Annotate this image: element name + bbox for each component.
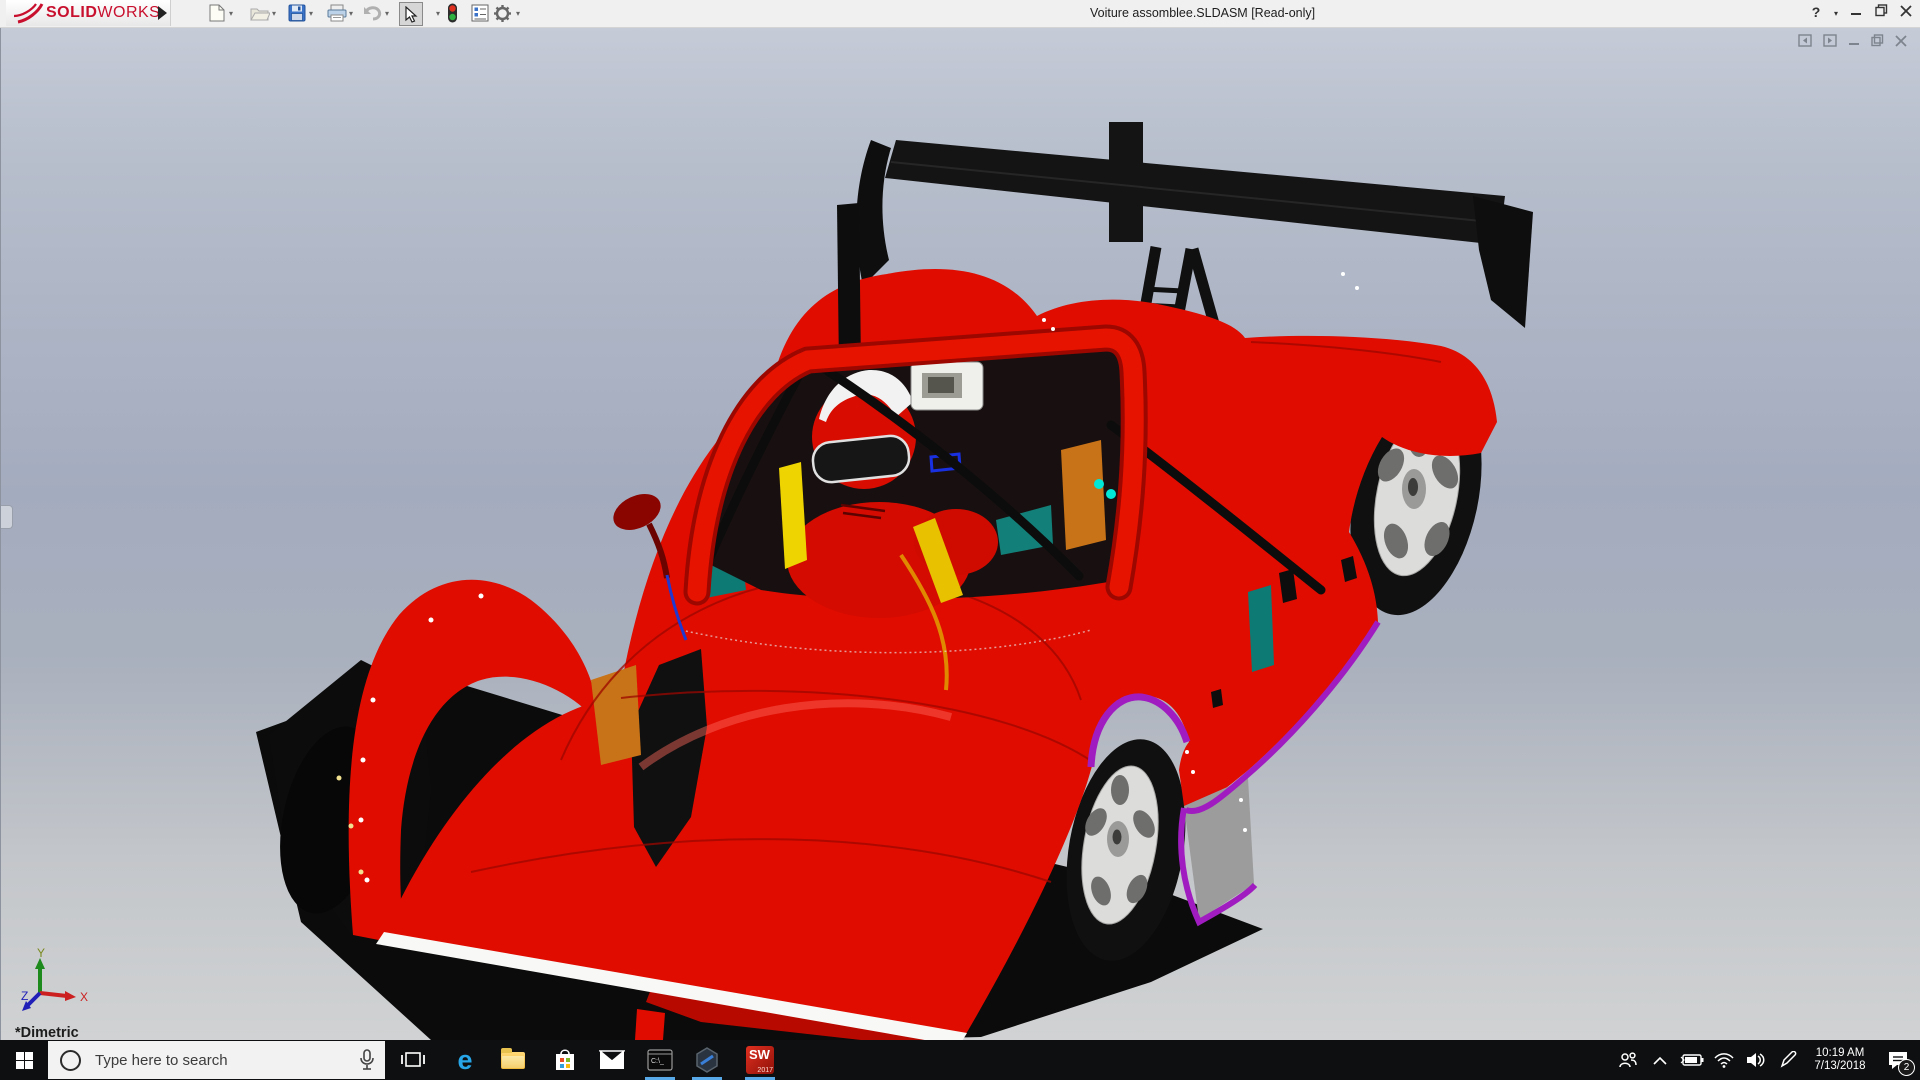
- chevron-up-icon[interactable]: [1644, 1056, 1676, 1065]
- select-cursor-icon: [404, 6, 418, 23]
- undo-caret-icon[interactable]: ▾: [385, 9, 389, 18]
- edrawings-hexagon-icon: [694, 1047, 720, 1073]
- running-indicator: [645, 1077, 675, 1080]
- pen-icon[interactable]: [1772, 1051, 1804, 1069]
- triad-z-label: Z: [21, 989, 28, 1003]
- new-caret-icon[interactable]: ▾: [229, 9, 233, 18]
- options-caret-icon[interactable]: ▾: [516, 9, 520, 18]
- clock[interactable]: 10:19 AM 7/13/2018: [1804, 1047, 1876, 1073]
- undo-icon: [362, 5, 382, 21]
- windows-taskbar: Type here to search e: [0, 1040, 1920, 1080]
- orientation-triad: Y X Z: [19, 945, 109, 1017]
- file-properties-button[interactable]: [469, 2, 491, 24]
- splitter-post: [635, 1009, 665, 1040]
- select-caret-icon[interactable]: ▾: [436, 9, 440, 18]
- rebuild-button[interactable]: [441, 2, 463, 24]
- brand-solid: SOLID: [46, 4, 97, 22]
- wing-endplate-left: [856, 140, 891, 286]
- taskbar-edge[interactable]: e: [442, 1040, 488, 1080]
- help-caret-icon[interactable]: ▾: [1826, 9, 1846, 18]
- search-placeholder: Type here to search: [95, 1052, 228, 1069]
- help-button[interactable]: ?: [1806, 4, 1826, 20]
- title-bar: SOLIDWORKS ▾ ▾ ▾ ▾ ▾: [0, 0, 1920, 28]
- taskbar-file-explorer[interactable]: [490, 1040, 536, 1080]
- save-caret-icon[interactable]: ▾: [309, 9, 313, 18]
- store-icon: [554, 1048, 576, 1072]
- restore-icon: [1875, 4, 1888, 17]
- svg-text:C:\_: C:\_: [651, 1058, 664, 1065]
- running-indicator: [745, 1077, 775, 1080]
- new-document-icon: [209, 4, 225, 22]
- select-button[interactable]: [399, 2, 423, 26]
- menu-expand-arrow-icon[interactable]: [158, 6, 167, 20]
- triad-y-label: Y: [37, 946, 45, 960]
- taskbar-task-view[interactable]: [390, 1040, 436, 1080]
- print-caret-icon[interactable]: ▾: [349, 9, 353, 18]
- open-caret-icon[interactable]: ▾: [272, 9, 276, 18]
- task-view-icon: [401, 1049, 425, 1071]
- close-button[interactable]: [1896, 4, 1916, 20]
- taskbar-store[interactable]: [542, 1040, 588, 1080]
- traffic-light-icon: [447, 3, 458, 23]
- volume-icon[interactable]: [1740, 1052, 1772, 1068]
- minimize-icon: [1850, 5, 1862, 17]
- notification-badge: 2: [1898, 1059, 1915, 1076]
- minimize-button[interactable]: [1846, 4, 1866, 20]
- system-tray: 10:19 AM 7/13/2018 2: [1612, 1040, 1920, 1080]
- print-icon: [327, 4, 347, 22]
- gear-icon: [493, 4, 512, 23]
- tray-time: 10:19 AM: [1804, 1047, 1876, 1060]
- windows-logo-icon: [16, 1052, 33, 1069]
- restore-button[interactable]: [1871, 4, 1891, 20]
- sidepod-intake: [1248, 585, 1274, 672]
- save-button[interactable]: [286, 2, 308, 24]
- notification-center[interactable]: 2: [1876, 1050, 1920, 1070]
- tray-date: 7/13/2018: [1804, 1060, 1876, 1073]
- wing-endplate-right: [1473, 196, 1533, 328]
- car-assembly-model[interactable]: [1, 27, 1920, 1040]
- cockpit-mirror-box: [911, 362, 983, 410]
- graphics-viewport[interactable]: Y X Z *Dimetric: [0, 27, 1920, 1040]
- open-button[interactable]: [249, 2, 271, 24]
- save-floppy-icon: [288, 4, 306, 22]
- taskbar-mail[interactable]: [589, 1040, 635, 1080]
- undo-button[interactable]: [361, 2, 383, 24]
- battery-icon[interactable]: [1676, 1053, 1708, 1067]
- edge-icon: e: [457, 1047, 472, 1074]
- file-explorer-icon: [501, 1052, 525, 1069]
- view-orientation-label: *Dimetric: [15, 1025, 79, 1041]
- cyan-fitting-2: [1106, 489, 1116, 499]
- brand-works: WORKS: [97, 4, 160, 22]
- microphone-icon[interactable]: [359, 1049, 375, 1071]
- taskbar-edrawings[interactable]: [684, 1040, 730, 1080]
- close-icon: [1900, 5, 1912, 17]
- running-indicator: [692, 1077, 722, 1080]
- wifi-icon[interactable]: [1708, 1053, 1740, 1068]
- window-title: Voiture assomblee.SLDASM [Read-only]: [1090, 6, 1315, 20]
- start-button[interactable]: [0, 1040, 48, 1080]
- options-button[interactable]: [491, 2, 513, 24]
- cortana-icon: [60, 1050, 81, 1071]
- helmet-visor: [811, 434, 911, 484]
- solidworks-logo-icon: [12, 2, 46, 24]
- solidworks-logo: SOLIDWORKS: [6, 0, 171, 26]
- command-prompt-icon: C:\_: [647, 1049, 673, 1071]
- new-document-button[interactable]: [206, 2, 228, 24]
- right-cockpit-panel: [1061, 440, 1106, 550]
- solidworks-app-icon: SW 2017: [746, 1046, 774, 1074]
- search-input[interactable]: Type here to search: [48, 1041, 385, 1079]
- cyan-fitting-1: [1094, 479, 1104, 489]
- triad-x-label: X: [80, 990, 88, 1004]
- mail-icon: [599, 1050, 625, 1070]
- print-button[interactable]: [326, 2, 348, 24]
- people-icon[interactable]: [1612, 1051, 1644, 1069]
- taskbar-command-prompt[interactable]: C:\_: [637, 1040, 683, 1080]
- properties-list-icon: [471, 4, 489, 22]
- open-folder-icon: [250, 5, 270, 21]
- taskbar-solidworks[interactable]: SW 2017: [737, 1040, 783, 1080]
